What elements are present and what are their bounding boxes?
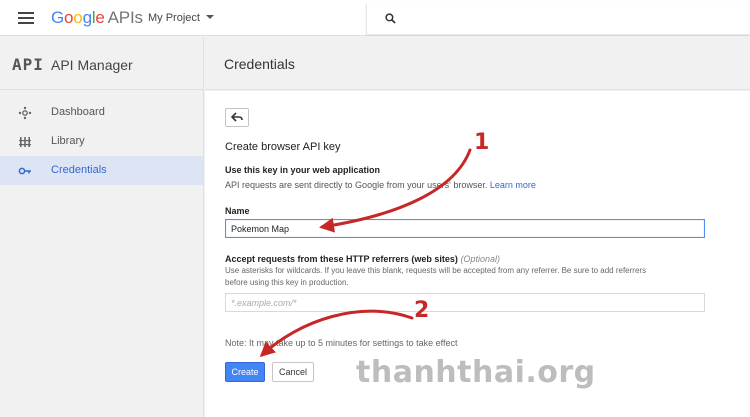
sidebar-item-library[interactable]: Library xyxy=(0,127,203,156)
name-input[interactable] xyxy=(225,219,705,238)
search-icon xyxy=(385,13,396,24)
project-selector[interactable]: My Project xyxy=(148,12,214,24)
annotation-marker-2: 2 xyxy=(414,298,430,323)
referrer-label: Accept requests from these HTTP referrer… xyxy=(225,254,500,264)
sidebar-item-credentials[interactable]: Credentials xyxy=(0,156,203,185)
search-box[interactable] xyxy=(366,4,750,34)
create-button[interactable]: Create xyxy=(225,362,265,382)
sidebar-header: API API Manager xyxy=(0,37,203,90)
api-logo: API xyxy=(12,55,44,74)
sidebar-nav: Dashboard Library Credentials xyxy=(0,90,203,185)
chevron-down-icon xyxy=(205,15,214,19)
google-apis-logo[interactable]: Google APIs xyxy=(51,8,143,28)
annotation-marker-1: 1 xyxy=(474,130,490,155)
top-bar: Google APIs My Project xyxy=(0,0,750,36)
usage-description: API requests are sent directly to Google… xyxy=(225,180,536,190)
library-icon xyxy=(19,137,31,147)
name-label: Name xyxy=(225,206,250,216)
form-title: Create browser API key xyxy=(225,141,341,153)
page-header: Credentials xyxy=(205,37,750,90)
cancel-button[interactable]: Cancel xyxy=(272,362,314,382)
back-button[interactable] xyxy=(225,108,249,127)
usage-heading: Use this key in your web application xyxy=(225,165,381,175)
project-name: My Project xyxy=(148,12,200,24)
arrow-back-icon xyxy=(231,112,243,122)
settings-note: Note: It may take up to 5 minutes for se… xyxy=(225,338,458,348)
key-icon xyxy=(18,167,31,175)
page-title: Credentials xyxy=(224,56,295,72)
dashboard-icon xyxy=(18,106,32,120)
menu-icon[interactable] xyxy=(18,12,34,24)
referrer-help-continued: before using this key in production. xyxy=(225,278,349,287)
sidebar-item-dashboard[interactable]: Dashboard xyxy=(0,98,203,127)
learn-more-link[interactable]: Learn more xyxy=(490,180,536,190)
referrer-input[interactable] xyxy=(225,293,705,312)
referrer-help: Use asterisks for wildcards. If you leav… xyxy=(225,266,647,275)
watermark: thanhthai.org xyxy=(356,355,596,390)
sidebar-title: API Manager xyxy=(51,57,133,73)
optional-hint: (Optional) xyxy=(460,254,500,264)
sidebar: API API Manager Dashboard Library Creden… xyxy=(0,37,204,417)
